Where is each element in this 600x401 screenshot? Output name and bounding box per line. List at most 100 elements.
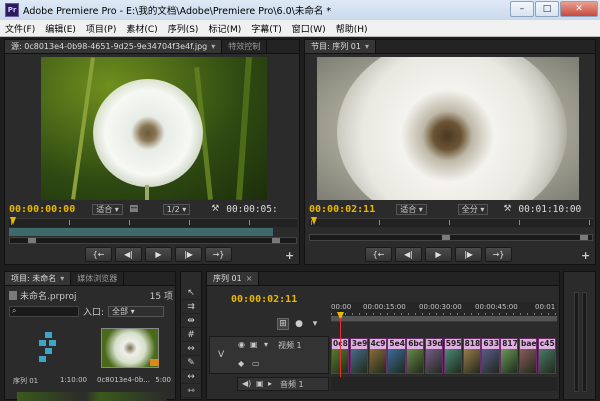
playhead-line[interactable] <box>340 318 341 378</box>
tab-media-browser[interactable]: 媒体浏览器 <box>71 272 125 285</box>
video-track-header[interactable]: V ◉ ▣ ▾ 视频 1 ◆ ▭ <box>209 336 329 374</box>
tab-sequence-01[interactable]: 序列 01 × <box>207 272 260 285</box>
source-scrub-bar[interactable] <box>9 228 273 236</box>
expand-icon[interactable]: ▾ <box>264 340 268 349</box>
tab-program[interactable]: 节目: 序列 01 ▾ <box>305 40 376 53</box>
menu-help[interactable]: 帮助(H) <box>331 22 373 35</box>
wrench-icon[interactable]: ⚒ <box>501 203 513 215</box>
timeline-clip[interactable]: 595 <box>443 338 463 374</box>
tab-close-icon[interactable]: ▾ <box>211 42 215 51</box>
settings-icon[interactable]: ▤ <box>128 203 140 215</box>
tab-close-icon[interactable]: × <box>246 274 253 283</box>
timeline-clip[interactable]: 633 <box>481 338 500 374</box>
timeline-clip[interactable]: 817 <box>500 338 519 374</box>
display-style-icon[interactable]: ▭ <box>252 359 260 368</box>
maximize-button[interactable]: □ <box>535 1 559 17</box>
add-button-icon[interactable]: + <box>285 249 294 262</box>
slide-tool-icon[interactable]: ⇿ <box>182 384 200 398</box>
clip-thumbnail-image <box>407 349 424 373</box>
step-back-button[interactable]: ◀| <box>395 247 422 262</box>
source-transport-controls: {← ◀| ▶ |▶ →} <box>85 247 232 262</box>
menu-edit[interactable]: 编辑(E) <box>40 22 81 35</box>
speaker-icon[interactable]: ◀) <box>242 379 251 388</box>
audio-meter-panel <box>563 271 596 400</box>
source-time-ruler[interactable] <box>9 218 297 227</box>
play-button[interactable]: ▶ <box>425 247 452 262</box>
program-video-frame[interactable] <box>317 57 579 200</box>
program-fit-dropdown[interactable]: 适合 ▾ <box>396 203 427 215</box>
next-edit-button[interactable]: →} <box>485 247 512 262</box>
program-zoom-scrollbar[interactable] <box>309 234 593 241</box>
source-resolution-dropdown[interactable]: 1/2 ▾ <box>162 203 191 215</box>
selection-tool-icon[interactable]: ↖ <box>182 286 200 300</box>
tab-effect-controls[interactable]: 特效控制 <box>222 40 268 53</box>
track-select-tool-icon[interactable]: ⇉ <box>182 300 200 314</box>
step-back-button[interactable]: ◀| <box>115 247 142 262</box>
tab-close-icon[interactable]: ▾ <box>365 42 369 51</box>
menu-window[interactable]: 窗口(W) <box>287 22 331 35</box>
timeline-ruler[interactable]: 00:00 00:00:15:00 00:00:30:00 00:00:45:0… <box>331 302 557 322</box>
menu-marker[interactable]: 标记(M) <box>203 22 246 35</box>
rolling-edit-tool-icon[interactable]: # <box>182 328 200 342</box>
program-current-timecode[interactable]: 00:00:02:11 <box>309 204 375 215</box>
menu-file[interactable]: 文件(F) <box>0 22 40 35</box>
eye-icon[interactable]: ◉ <box>238 340 245 349</box>
menu-project[interactable]: 项目(P) <box>81 22 121 35</box>
audio-track-header[interactable]: ◀) ▣ ▸ 音频 1 <box>237 377 329 391</box>
clip-thumbnail-image <box>444 349 462 373</box>
lock-icon[interactable]: ▣ <box>256 379 264 388</box>
audio-track-area[interactable] <box>331 377 557 391</box>
razor-tool-icon[interactable]: ✎ <box>182 356 200 370</box>
step-forward-button[interactable]: |▶ <box>455 247 482 262</box>
clip-label: 818 <box>463 339 481 349</box>
next-marker-button[interactable]: →} <box>205 247 232 262</box>
step-forward-button[interactable]: |▶ <box>175 247 202 262</box>
timeline-current-timecode[interactable]: 00:00:02:11 <box>231 294 297 305</box>
source-zoom-scrollbar[interactable] <box>9 237 297 244</box>
timeline-clip[interactable]: 3e9 <box>349 338 369 374</box>
timeline-clip[interactable]: 4c9 <box>368 338 387 374</box>
project-item-sequence[interactable]: 序列 01 1:10:00 <box>11 326 89 386</box>
prev-marker-button[interactable]: {← <box>85 247 112 262</box>
timeline-clip[interactable]: 6bc <box>406 338 425 374</box>
slip-tool-icon[interactable]: ↔ <box>182 370 200 384</box>
in-dropdown[interactable]: 全部 ▾ <box>108 305 165 317</box>
expand-icon[interactable]: ▸ <box>268 379 272 388</box>
timeline-clip[interactable]: bae <box>519 338 538 374</box>
marker-icon[interactable]: ▾ <box>309 318 321 330</box>
timeline-clip[interactable]: 5e4 <box>387 338 406 374</box>
close-button[interactable]: ✕ <box>560 1 598 17</box>
menu-title[interactable]: 字幕(T) <box>246 22 287 35</box>
tab-close-icon[interactable]: ▾ <box>60 274 64 283</box>
timeline-clip[interactable]: 39d <box>425 338 444 374</box>
keyframe-icon[interactable]: ◆ <box>238 359 244 368</box>
tab-project[interactable]: 项目: 未命名 ▾ <box>5 272 72 285</box>
snap-icon[interactable]: ⊞ <box>277 318 289 330</box>
source-current-timecode[interactable]: 00:00:00:00 <box>9 204 75 215</box>
stem-image <box>145 185 149 200</box>
ripple-edit-tool-icon[interactable]: ⇹ <box>182 314 200 328</box>
source-fit-dropdown[interactable]: 适合 ▾ <box>92 203 123 215</box>
source-video-frame[interactable] <box>41 57 267 200</box>
ruler-label: 00:00:15:00 <box>363 303 406 311</box>
work-area-bar[interactable] <box>331 316 557 321</box>
lock-icon[interactable]: ▣ <box>250 340 258 349</box>
timeline-clip[interactable]: 818 <box>462 338 481 374</box>
set-marker-icon[interactable]: ● <box>293 318 305 330</box>
clip-label: 817 <box>501 339 518 349</box>
timeline-clip[interactable]: c45 <box>537 338 557 374</box>
project-item-image[interactable]: 0c8013e4-0b... 5:00 <box>95 326 173 386</box>
program-time-ruler[interactable] <box>309 218 593 227</box>
prev-edit-button[interactable]: {← <box>365 247 392 262</box>
wrench-icon[interactable]: ⚒ <box>209 203 221 215</box>
menu-clip[interactable]: 素材(C) <box>121 22 162 35</box>
play-button[interactable]: ▶ <box>145 247 172 262</box>
program-resolution-dropdown[interactable]: 全分 ▾ <box>457 203 489 215</box>
search-input[interactable]: ⌕ <box>9 305 79 317</box>
menu-sequence[interactable]: 序列(S) <box>163 22 204 35</box>
tab-source[interactable]: 源: 0c8013e4-0b98-4651-9d25-9e34704f3e4f.… <box>5 40 223 53</box>
grass-stem-image <box>71 57 95 200</box>
add-button-icon[interactable]: + <box>581 249 590 262</box>
rate-stretch-tool-icon[interactable]: ⇔ <box>182 342 200 356</box>
minimize-button[interactable]: – <box>510 1 534 17</box>
